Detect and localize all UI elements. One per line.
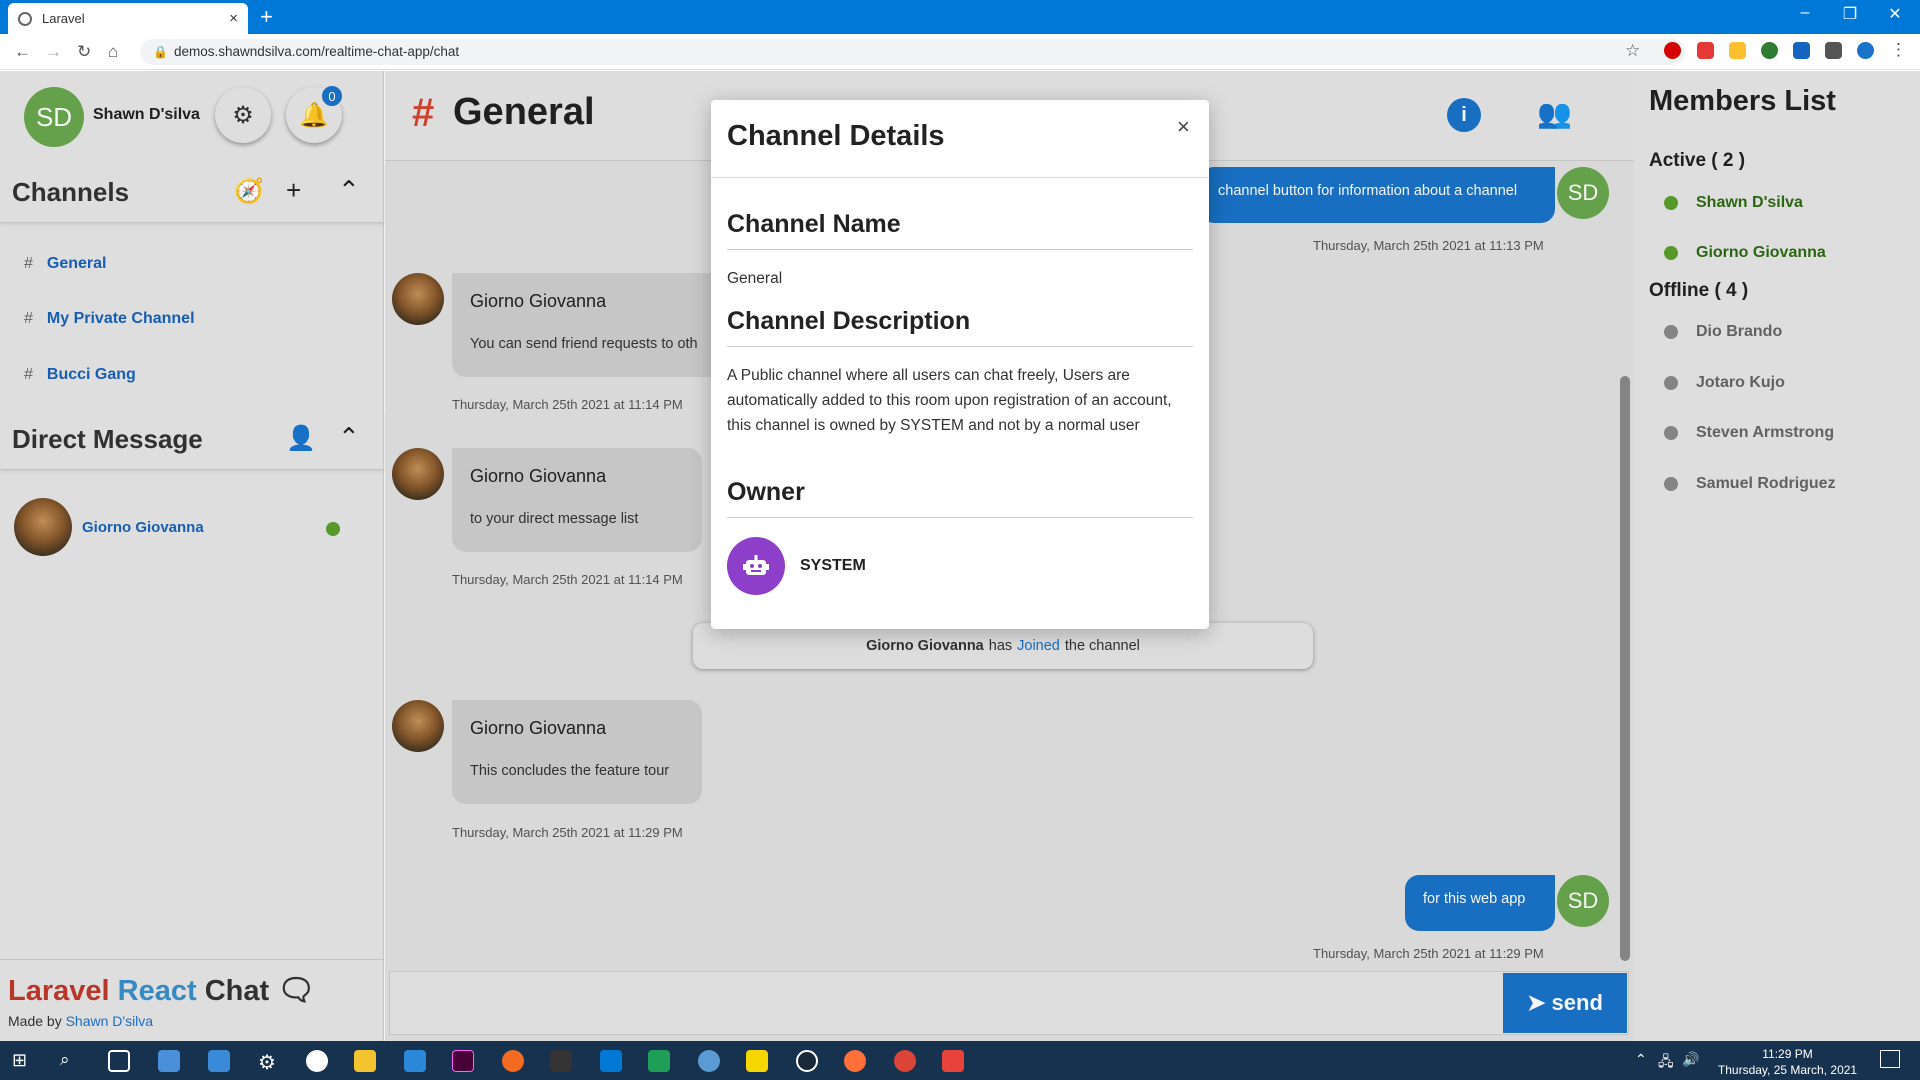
bookmark-star-icon[interactable]: ☆ [1625,41,1640,61]
mail-icon[interactable] [404,1050,426,1072]
url-text: demos.shawndsilva.com/realtime-chat-app/… [174,44,460,59]
restore-button[interactable]: ❐ [1830,4,1870,24]
url-field[interactable]: 🔒 demos.shawndsilva.com/realtime-chat-ap… [140,39,1685,65]
file-explorer-icon[interactable] [354,1050,376,1072]
vscode-insiders-icon[interactable] [648,1050,670,1072]
app-icon[interactable] [208,1050,230,1072]
channel-description-value: A Public channel where all users can cha… [727,367,1172,434]
forward-icon[interactable]: → [45,42,62,62]
firefox-icon[interactable] [844,1050,866,1072]
robot-icon [743,555,769,575]
reload-icon[interactable]: ↻ [77,42,91,62]
close-icon[interactable]: × [1177,114,1190,140]
channel-description-heading: Channel Description [727,307,1193,347]
search-icon[interactable]: ⌕ [60,1050,82,1072]
browser-tab-bar: Laravel × + – ❐ ✕ [0,0,1920,34]
terminal-icon[interactable] [550,1050,572,1072]
chrome-icon[interactable] [894,1050,916,1072]
notes-extension-icon[interactable] [1729,42,1746,59]
owner-name: SYSTEM [800,557,866,574]
channel-details-modal: Channel Details × Channel Name General C… [711,100,1209,629]
modal-title: Channel Details [727,120,945,152]
channel-name-value: General [727,270,783,287]
globe-icon [18,11,32,26]
vscode-icon[interactable] [600,1050,622,1072]
settings-gear-icon[interactable]: ⚙ [258,1050,280,1074]
owner-heading: Owner [727,478,1193,518]
tab-title: Laravel [42,11,85,26]
adobe-xd-icon[interactable] [452,1050,474,1072]
browser-tab[interactable]: Laravel × [8,3,248,34]
address-bar-row: ← → ↻ ⌂ 🔒 demos.shawndsilva.com/realtime… [0,34,1920,70]
window-close-button[interactable]: ✕ [1875,4,1915,24]
task-view-icon[interactable] [108,1050,130,1072]
tray-chevron-icon[interactable]: ⌃ [1635,1051,1647,1068]
adblock-extension-icon[interactable] [1697,42,1714,59]
profile-icon[interactable] [1857,42,1874,59]
home-icon[interactable]: ⌂ [108,42,118,62]
app-icon[interactable] [746,1050,768,1072]
system-clock[interactable]: 11:29 PM Thursday, 25 March, 2021 [1705,1046,1870,1078]
windows-start-icon[interactable]: ⊞ [12,1050,34,1072]
channel-name-heading: Channel Name [727,210,1193,250]
xbox-icon[interactable] [306,1050,328,1072]
tab-close-icon[interactable]: × [229,10,238,27]
modal-header: Channel Details × [711,100,1209,178]
browser-menu-icon[interactable]: ⋮ [1890,40,1907,60]
react-devtools-icon[interactable] [1793,42,1810,59]
qbittorrent-icon[interactable] [698,1050,720,1072]
globe-extension-icon[interactable] [1761,42,1778,59]
action-center-icon[interactable] [1880,1050,1900,1068]
new-tab-button[interactable]: + [260,4,273,30]
lock-icon: 🔒 [153,45,168,59]
network-icon[interactable]: 🖧 [1658,1051,1674,1075]
volume-icon[interactable]: 🔊 [1682,1051,1699,1068]
app-icon[interactable] [502,1050,524,1072]
app-icon[interactable] [942,1050,964,1072]
windows-taskbar: ⊞ ⌕ ⚙ ⌃ 🖧 🔊 11:29 PM Thursday, 25 March,… [0,1041,1920,1080]
steam-icon[interactable] [796,1050,818,1072]
back-icon[interactable]: ← [14,42,31,62]
avatar [727,537,785,595]
minimize-button[interactable]: – [1785,4,1825,22]
opera-extension-icon[interactable] [1664,42,1681,59]
puzzle-extensions-icon[interactable] [1825,42,1842,59]
app-icon[interactable] [158,1050,180,1072]
